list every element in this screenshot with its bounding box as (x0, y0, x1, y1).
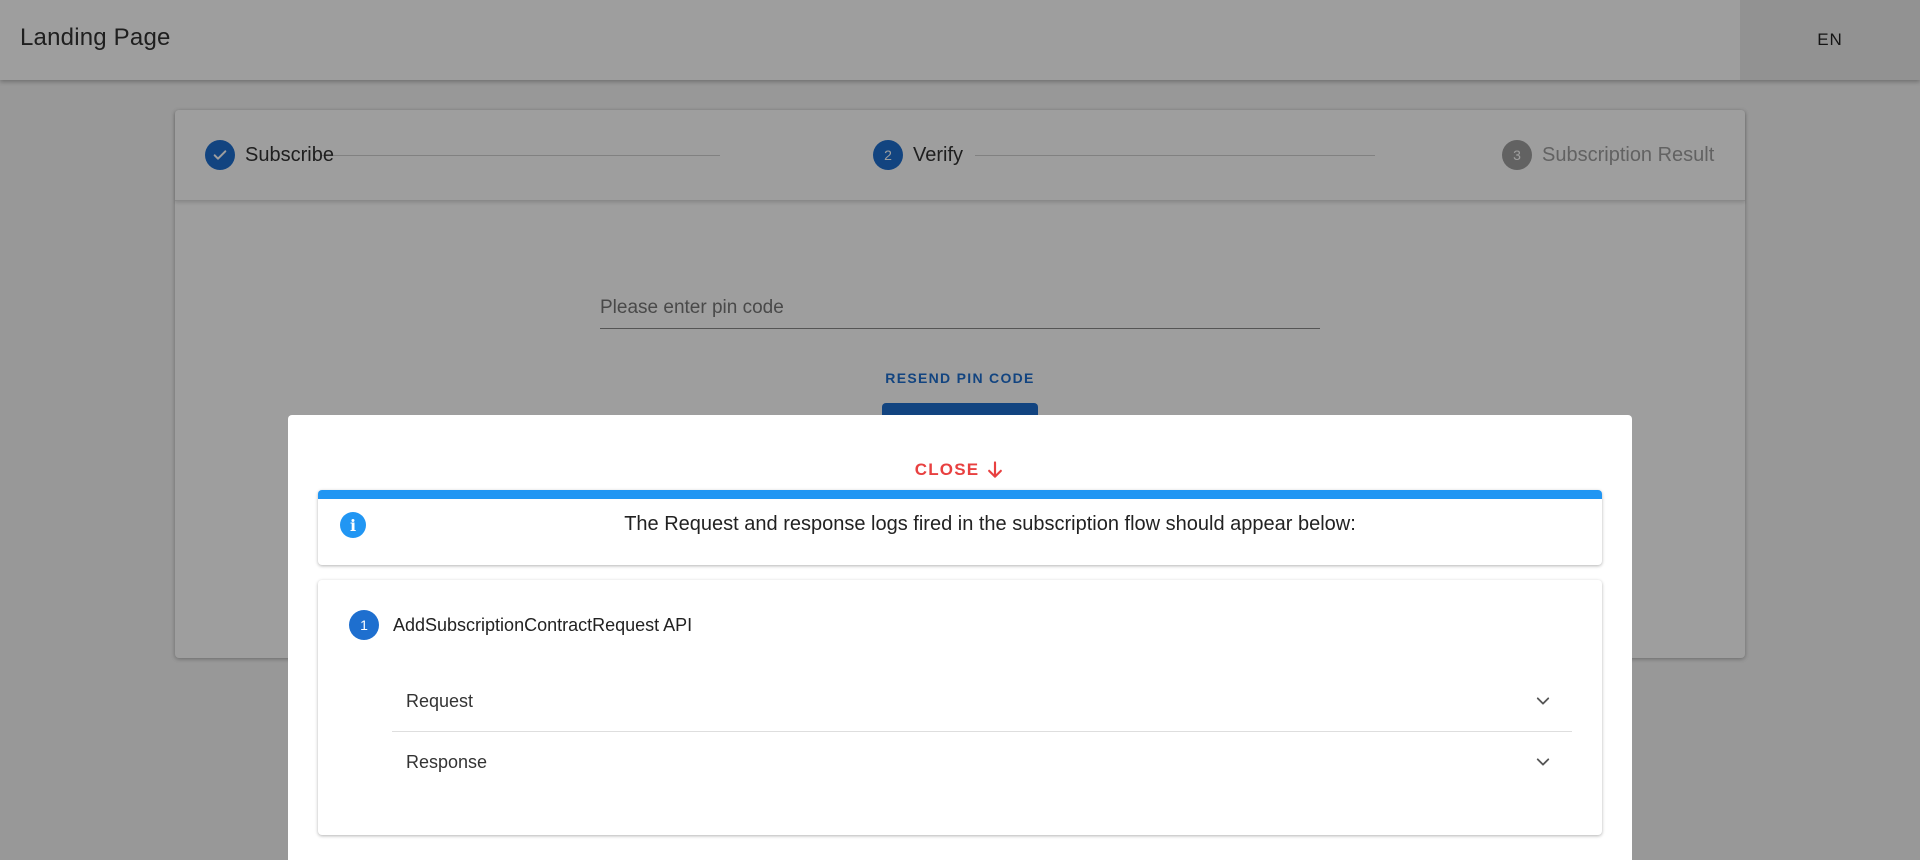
close-label: CLOSE (914, 460, 980, 479)
log-entry: 1 AddSubscriptionContractRequest API Req… (318, 580, 1602, 835)
panel-label: Response (406, 751, 488, 772)
logs-modal: CLOSE i The Request and response logs fi… (288, 415, 1632, 860)
info-icon: i (340, 512, 366, 538)
log-title: AddSubscriptionContractRequest API (393, 615, 693, 635)
panel-label: Request (406, 690, 474, 711)
page: Landing Page EN Subscribe 2 Verify 3 Sub… (0, 0, 1920, 860)
request-expansion-panel[interactable]: Request (392, 671, 1572, 732)
info-text: The Request and response logs fired in t… (624, 513, 1356, 535)
chevron-down-icon (1534, 753, 1552, 771)
arrow-down-icon (988, 461, 1003, 478)
chevron-down-icon (1534, 692, 1552, 710)
close-button[interactable]: CLOSE (900, 455, 1020, 485)
info-alert: i The Request and response logs fired in… (318, 490, 1602, 565)
response-expansion-panel[interactable]: Response (392, 732, 1572, 792)
log-number-badge: 1 (349, 610, 379, 640)
